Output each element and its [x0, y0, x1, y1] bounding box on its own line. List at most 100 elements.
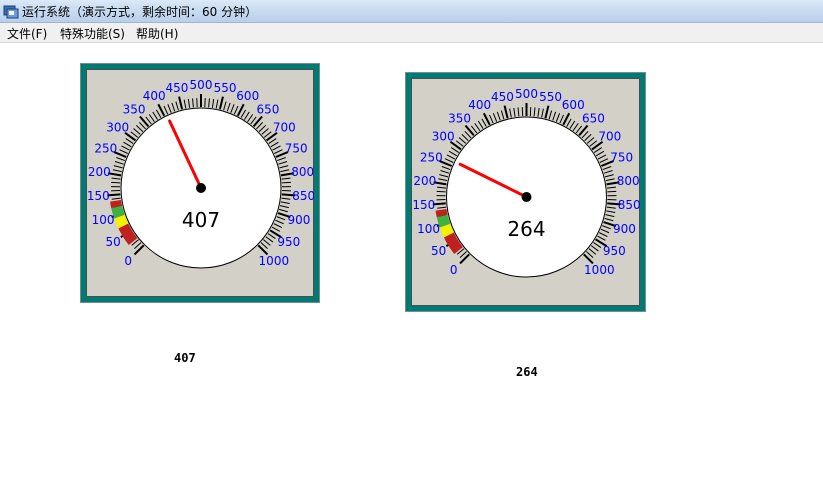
gauge-1-tick	[273, 223, 283, 229]
gauge-2-tick	[439, 174, 449, 178]
gauge-1-readout: 407	[182, 208, 220, 232]
gauge-1-tick	[268, 138, 277, 144]
gauge-1-tick	[223, 101, 227, 111]
gauge-1-tick	[277, 157, 286, 162]
gauge-1-tick	[155, 109, 162, 118]
gauge-1-tick	[280, 169, 290, 173]
gauge-1-scale-label: 700	[273, 120, 296, 134]
gauge-2-tick	[584, 134, 592, 141]
gauge-2-tick	[446, 154, 456, 160]
gauge-1-tick	[116, 157, 125, 162]
gauge-2-tick	[440, 170, 450, 174]
gauge-1-value-label: 407	[174, 351, 196, 365]
gauge-2-tick	[597, 154, 607, 160]
gauge-1-tick	[112, 169, 122, 173]
gauge-2-tick	[605, 214, 615, 218]
gauge-2-tick	[552, 111, 557, 121]
menu-special-functions[interactable]: 特殊功能(S)	[60, 25, 125, 42]
gauge-2-tick	[590, 245, 599, 252]
gauge-2-tick	[602, 166, 612, 171]
gauge-1-scale-label: 250	[94, 142, 117, 156]
gauge-1-scale-label: 300	[106, 120, 129, 134]
gauge-2-tick	[600, 228, 610, 234]
gauge-2-scale-label: 1000	[584, 263, 615, 277]
gauge-1-tick	[278, 208, 288, 213]
gauge-1-tick	[279, 165, 289, 169]
gauge-2-readout: 264	[507, 217, 545, 241]
gauge-1-tick	[233, 105, 239, 115]
gauge-1-scale-label: 50	[106, 235, 121, 249]
gauge-1-scale-label: 600	[236, 89, 259, 103]
gauge-2-scale-label: 350	[448, 112, 471, 126]
gauge-1-tick	[171, 102, 176, 112]
gauge-1-scale-label: 800	[291, 165, 314, 179]
gauge-1-tick	[133, 128, 141, 135]
gauge-2-tick	[604, 217, 614, 222]
gauge-1-tick	[192, 98, 194, 108]
gauge-2-tick	[448, 150, 458, 157]
gauge-1-tick	[230, 104, 235, 113]
gauge-1-tick	[163, 105, 169, 115]
gauge-2-tick	[436, 190, 446, 193]
gauge-2-tick	[537, 107, 540, 117]
gauge-1-scale-label: 650	[256, 103, 279, 117]
gauge-2-tick	[541, 108, 544, 118]
menu-help[interactable]: 帮助(H)	[136, 25, 178, 42]
gauge-1-tick	[136, 125, 144, 132]
gauge-2-tick	[559, 114, 564, 124]
gauge-1-tick	[265, 236, 274, 243]
gauge-1: 0 50 100 150 200 250 300 350 400 450 500 550 600 650 7…	[80, 63, 320, 303]
gauge-1-tick	[279, 205, 289, 209]
gauge-2-scale-label: 900	[613, 222, 636, 236]
gauge-1-tick	[276, 216, 286, 221]
gauge-1-scale-label: 500	[190, 78, 213, 92]
gauge-1-scale-label: 100	[92, 213, 115, 227]
gauge-1-tick	[272, 145, 281, 151]
gauge-1-tick	[281, 177, 291, 180]
menu-bar: 文件(F) 特殊功能(S) 帮助(H)	[0, 23, 823, 43]
gauge-1-tick	[218, 96, 224, 110]
gauge-2-scale-label: 950	[603, 244, 626, 258]
gauge-2-dial: 0 50 100 150 200 250 300 350400450 500 550600650 7…	[412, 87, 640, 278]
gauge-1-scale-label: 900	[288, 213, 311, 227]
gauge-2-tick	[492, 113, 498, 122]
gauge-2-tick	[593, 242, 602, 249]
gauge-2-tick	[444, 158, 454, 163]
gauge-1-tick	[274, 149, 283, 154]
gauge-1-tick	[247, 114, 254, 123]
gauge-2-tick	[461, 134, 469, 141]
gauge-1-tick	[271, 226, 281, 232]
gauge-2-tick	[548, 110, 553, 120]
gauge-2-tick	[606, 210, 616, 213]
gauge-1-scale-label: 750	[285, 142, 308, 156]
gauge-2-scale-label: 550	[539, 90, 562, 104]
gauge-1-tick	[280, 201, 290, 204]
gauge-1-tick	[226, 102, 231, 112]
gauge-2-scale-label: 850	[618, 198, 640, 212]
menu-file[interactable]: 文件(F)	[7, 25, 47, 42]
gauge-2-tick	[438, 178, 448, 182]
gauge-1-tick	[178, 96, 184, 110]
gauge-2-scale-label: 700	[598, 129, 621, 143]
gauge-1-tick	[125, 138, 134, 144]
gauge-2-tick	[569, 120, 576, 129]
gauge-2-value-label: 264	[516, 365, 538, 379]
gauge-1-tick	[187, 98, 191, 108]
gauge-2-tick	[605, 178, 615, 182]
gauge-2-scale-label: 800	[617, 174, 640, 188]
gauge-2-needle-hub	[521, 192, 532, 202]
gauge-1-tick	[111, 181, 121, 184]
gauge-2-tick	[500, 110, 505, 120]
gauge-1-tick	[119, 149, 128, 154]
gauge-1-tick	[263, 239, 271, 246]
gauge-2-scale-label: 100	[417, 222, 440, 236]
gauge-2-tick	[604, 174, 614, 178]
gauge-1-tick	[258, 125, 266, 132]
title-bar: 运行系统（演示方式，剩余时间：60 分钟）	[0, 0, 823, 23]
gauge-2-tick	[588, 248, 597, 255]
gauge-2-scale-label: 0	[450, 263, 458, 277]
gauge-1-scale-label: 450	[166, 81, 189, 95]
gauge-1-tick	[123, 141, 132, 148]
gauge-2-scale-label: 450	[491, 90, 514, 104]
gauge-2-scale-label: 300	[432, 129, 455, 143]
